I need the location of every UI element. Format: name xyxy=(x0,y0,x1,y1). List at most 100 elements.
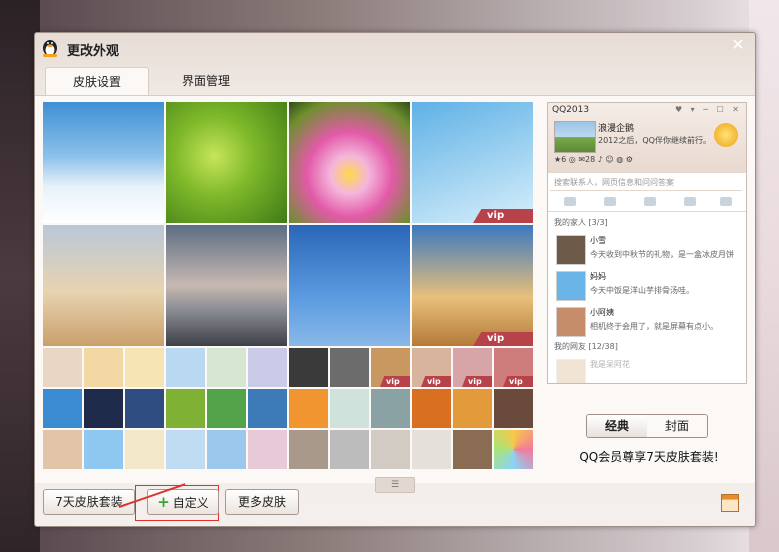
skin-preview: QQ2013 ♥ ▾ ─ ☐ ✕ 浪漫企鹅 2012之后，QQ伴你继续前行。 ★… xyxy=(547,102,747,384)
skin-thumb-cartoon-house[interactable] xyxy=(125,348,164,387)
preview-window-controls: ♥ ▾ ─ ☐ ✕ xyxy=(674,105,742,114)
list-item: 小雪 今天收到中秋节的礼物，是一盒冰皮月饼 xyxy=(548,231,746,267)
skin-thumb-bamboo[interactable] xyxy=(330,389,369,428)
preview-avatar xyxy=(554,121,596,153)
contact-name: 小阿姨 xyxy=(590,308,614,317)
skin-thumb-snail[interactable] xyxy=(166,389,205,428)
skin-thumb-cartoon-girl-2[interactable] xyxy=(166,430,205,469)
skin-thumb-golden-sky[interactable]: vip xyxy=(412,225,533,346)
plus-icon: + xyxy=(157,493,170,511)
skin-thumb-jumper[interactable] xyxy=(453,389,492,428)
skin-thumb-lotus[interactable] xyxy=(289,102,410,223)
custom-label: 自定义 xyxy=(172,496,209,510)
skin-thumb-cartoon-girl[interactable] xyxy=(166,348,205,387)
preview-contact-list: 我的家人 [3/3] 小雪 今天收到中秋节的礼物，是一盒冰皮月饼 妈妈 今天中饭… xyxy=(548,215,746,383)
skin-thumb-sunset-mountains[interactable] xyxy=(43,225,164,346)
skin-thumb-rainbow[interactable] xyxy=(494,430,533,469)
skin-thumb-night-bridge[interactable] xyxy=(84,389,123,428)
avatar xyxy=(556,235,586,265)
contact-name: 小雪 xyxy=(590,236,606,245)
skin-thumb-cartoon-2[interactable] xyxy=(84,348,123,387)
preview-search-box: 搜索联系人，网页信息和问问答案 xyxy=(550,175,742,191)
preview-group-friends: 我的网友 [12/38] xyxy=(554,342,618,351)
skin-thumb-feather[interactable]: vip xyxy=(412,102,533,223)
weather-sun-icon xyxy=(714,123,738,147)
preview-tab-icons xyxy=(548,193,746,212)
preview-app-title: QQ2013 xyxy=(552,105,590,115)
vip-badge: vip xyxy=(473,209,533,223)
close-button[interactable]: ✕ xyxy=(727,36,749,54)
list-item: 小阿姨 相机终于会用了，就是屏幕有点小。 xyxy=(548,303,746,339)
skin-thumb-pink[interactable] xyxy=(248,430,287,469)
skin-thumb-brown[interactable] xyxy=(453,430,492,469)
more-skins-button[interactable]: 更多皮肤 xyxy=(225,489,299,515)
avatar xyxy=(556,271,586,301)
skin-thumb-surfer[interactable] xyxy=(289,389,328,428)
apps-icon xyxy=(720,197,732,206)
skin-thumb-gray-1[interactable] xyxy=(330,430,369,469)
skin-thumb-wind-turbines[interactable] xyxy=(289,225,410,346)
preview-signature: 2012之后，QQ伴你继续前行。 xyxy=(598,136,711,145)
skin-settings-panel: vip vip vip vip vip vip QQ2013 ♥ ▾ ─ ☐ ✕… xyxy=(35,95,755,483)
change-appearance-window: 更改外观 ✕ 皮肤设置 界面管理 vip vip vip vip vip vip… xyxy=(34,32,756,527)
list-item: 妈妈 今天中饭是洋山芋排骨汤哇。 xyxy=(548,267,746,303)
qq-penguin-icon xyxy=(43,40,57,57)
skin-thumb-night-city[interactable] xyxy=(125,389,164,428)
tab-interface-management[interactable]: 界面管理 xyxy=(155,67,257,95)
skin-thumb-cartoon-1[interactable] xyxy=(43,348,82,387)
cover-mode-button[interactable]: 封面 xyxy=(647,415,707,437)
skin-thumb-vip-3[interactable]: vip xyxy=(453,348,492,387)
contact-message: 今天中饭是洋山芋排骨汤哇。 xyxy=(590,286,694,295)
preview-mode-switch: 经典 封面 xyxy=(586,414,708,438)
skin-thumb-cream[interactable] xyxy=(125,430,164,469)
contact-name: 妈妈 xyxy=(590,272,606,281)
skin-thumb-rain[interactable] xyxy=(371,389,410,428)
skin-thumb-light-gray[interactable] xyxy=(412,430,451,469)
skin-thumb-sepia-1[interactable] xyxy=(289,430,328,469)
list-item: 我是呆阿花 xyxy=(548,355,746,383)
skin-thumb-blue-2[interactable] xyxy=(207,430,246,469)
classic-mode-button[interactable]: 经典 xyxy=(587,415,648,437)
skin-thumb-love-letter[interactable] xyxy=(207,348,246,387)
chat-icon xyxy=(564,197,576,206)
recent-icon xyxy=(684,197,696,206)
bottom-bar: 7天皮肤套装 + 自定义 更多皮肤 xyxy=(35,482,755,526)
vip-promo-text[interactable]: QQ会员尊享7天皮肤套装! xyxy=(579,448,719,465)
skin-thumb-beige-1[interactable] xyxy=(43,430,82,469)
title-bar[interactable]: 更改外观 ✕ xyxy=(35,33,755,63)
skin-grid: vip vip vip vip vip vip xyxy=(43,102,533,471)
contact-name: 我是呆阿花 xyxy=(590,360,630,369)
calendar-icon[interactable] xyxy=(721,494,739,512)
skin-thumb-vip-2[interactable]: vip xyxy=(412,348,451,387)
skin-thumb-bw-2[interactable] xyxy=(330,348,369,387)
skin-thumb-seaside[interactable] xyxy=(166,225,287,346)
preview-nickname: 浪漫企鹅 xyxy=(598,124,635,134)
skin-thumb-gray-2[interactable] xyxy=(371,430,410,469)
skin-thumb-light-blue[interactable] xyxy=(84,430,123,469)
vip-badge: vip xyxy=(462,376,492,387)
window-title: 更改外观 xyxy=(67,44,120,59)
skin-thumb-bw-1[interactable] xyxy=(289,348,328,387)
skin-thumb-daisies[interactable] xyxy=(248,389,287,428)
skin-thumb-vip-4[interactable]: vip xyxy=(494,348,533,387)
tab-skin-settings[interactable]: 皮肤设置 xyxy=(45,67,149,96)
skin-thumb-couple[interactable] xyxy=(248,348,287,387)
vip-badge: vip xyxy=(421,376,451,387)
skin-thumb-vip-1[interactable]: vip xyxy=(371,348,410,387)
skin-thumb-blue-1[interactable] xyxy=(43,389,82,428)
vip-badge: vip xyxy=(380,376,410,387)
preview-group-family: 我的家人 [3/3] xyxy=(554,218,608,227)
preview-header: QQ2013 ♥ ▾ ─ ☐ ✕ 浪漫企鹅 2012之后，QQ伴你继续前行。 ★… xyxy=(548,103,746,173)
skin-thumb-pier[interactable] xyxy=(494,389,533,428)
group-icon xyxy=(644,197,656,206)
contacts-icon xyxy=(604,197,616,206)
skin-thumb-orange-sunset[interactable] xyxy=(412,389,451,428)
skin-thumb-green-leaves[interactable] xyxy=(166,102,287,223)
vip-badge: vip xyxy=(503,376,533,387)
contact-message: 相机终于会用了，就是屏幕有点小。 xyxy=(590,322,718,331)
skin-thumb-sky[interactable] xyxy=(43,102,164,223)
contact-message: 今天收到中秋节的礼物，是一盒冰皮月饼 xyxy=(590,250,734,259)
avatar xyxy=(556,359,586,383)
seven-day-skin-button[interactable]: 7天皮肤套装 xyxy=(43,489,135,515)
skin-thumb-grass[interactable] xyxy=(207,389,246,428)
